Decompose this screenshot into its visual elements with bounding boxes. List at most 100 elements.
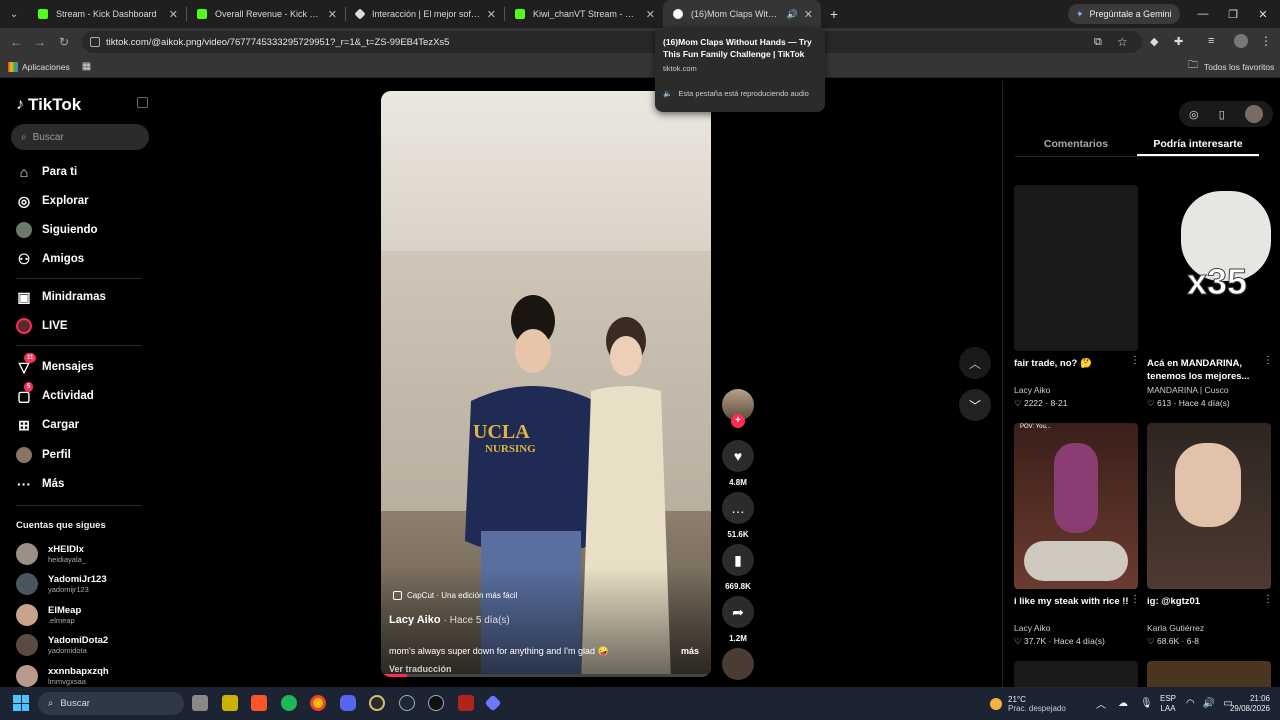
followed-account[interactable]: xxnnbapxzqh lmmvgxsaa — [16, 665, 109, 687]
profile-avatar-icon[interactable] — [1234, 34, 1248, 48]
menu-icon[interactable]: ⋮ — [1260, 34, 1272, 48]
app-icon[interactable] — [222, 695, 238, 711]
suggested-video-card[interactable]: x35 Acá en MANDARINA, tenemos los mejore… — [1147, 185, 1271, 409]
suggested-video-card[interactable]: ig: @kgtz01 Karla Gutiérrez ♡ 68.6K · 6-… — [1147, 423, 1271, 647]
follow-plus-icon[interactable]: + — [731, 414, 745, 428]
nav-minidramas[interactable]: ▣ Minidramas — [16, 289, 106, 305]
nav-mas[interactable]: ··· Más — [16, 476, 64, 492]
suggested-video-card[interactable]: POV: You... i like my steak with rice !!… — [1014, 423, 1138, 647]
nav-cargar[interactable]: ⊞ Cargar — [16, 417, 79, 433]
wifi-icon[interactable]: ◠ — [1186, 698, 1195, 709]
comment-icon[interactable]: … — [722, 492, 754, 524]
discord-icon[interactable] — [340, 695, 356, 711]
capcut-tag[interactable]: CapCut · Una edición más fácil — [393, 591, 517, 600]
game-app-icon[interactable] — [369, 695, 385, 711]
brave-icon[interactable] — [251, 695, 267, 711]
spotify-icon[interactable] — [281, 695, 297, 711]
video-author[interactable]: Lacy Aiko · Hace 5 día(s) — [389, 614, 510, 626]
followed-account[interactable]: YadomiJr123 yadomijr123 — [16, 573, 107, 595]
nav-explorar[interactable]: ◎ Explorar — [16, 193, 89, 209]
site-info-icon[interactable] — [90, 37, 100, 47]
close-icon[interactable]: ✕ — [487, 8, 496, 21]
close-icon[interactable]: ✕ — [804, 8, 813, 21]
save-action[interactable]: ▮ 669.8K — [722, 544, 754, 591]
microphone-icon[interactable]: 🎙 — [1140, 698, 1153, 709]
close-icon[interactable]: ✕ — [169, 8, 178, 21]
close-window-icon[interactable]: ✕ — [1248, 0, 1278, 28]
puzzle-icon[interactable]: ✚ — [1174, 35, 1183, 48]
video-thumbnail[interactable]: x35 — [1147, 185, 1271, 351]
translate-link[interactable]: Ver traducción — [389, 664, 452, 674]
nav-para-ti[interactable]: ⌂ Para ti — [16, 164, 77, 180]
followed-account[interactable]: YadomiDota2 yadomidota — [16, 634, 108, 656]
tab-4[interactable]: Kiwi_chanVT Stream - Watch Li✕ — [505, 0, 663, 28]
app-icon[interactable] — [484, 694, 502, 712]
nav-live[interactable]: LIVE — [16, 318, 68, 334]
collapse-sidebar-icon[interactable] — [137, 97, 148, 108]
new-tab-button[interactable]: + — [821, 6, 847, 22]
nav-amigos[interactable]: ⚇ Amigos — [16, 251, 84, 267]
more-link[interactable]: más — [681, 646, 699, 656]
followed-account[interactable]: ElMeap .elmeap — [16, 604, 81, 626]
share-action[interactable]: ➦ 1.2M — [722, 596, 754, 643]
back-icon[interactable]: ← — [4, 35, 28, 49]
suggested-video-card[interactable]: fair trade, no? 🤔 Lacy Aiko ♡ 2222 · 8-2… — [1014, 185, 1138, 409]
volume-icon[interactable]: 🔊 — [1203, 698, 1215, 709]
forward-icon[interactable]: → — [28, 35, 52, 49]
close-icon[interactable]: ✕ — [328, 8, 337, 21]
tab-5-active[interactable]: (16)Mom Claps Without Ha🔊✕ — [663, 0, 821, 28]
taskbar-search[interactable]: ⌕ Buscar — [38, 692, 184, 715]
followed-account[interactable]: xHEIDIx heidiayala_ — [16, 543, 86, 565]
url-field[interactable]: tiktok.com/@aikok.png/video/767774533329… — [82, 31, 1142, 53]
windows-start-icon[interactable] — [13, 695, 29, 711]
video-thumbnail[interactable] — [1014, 185, 1138, 351]
tab-groups-icon[interactable]: ▦ — [82, 61, 91, 72]
nav-siguiendo[interactable]: Siguiendo — [16, 222, 98, 238]
heart-icon[interactable]: ♥ — [722, 440, 754, 472]
video-thumbnail[interactable] — [1147, 661, 1271, 687]
tab-comentarios[interactable]: Comentarios — [1015, 131, 1137, 156]
card-menu-icon[interactable]: ⋮ — [1130, 594, 1140, 605]
comment-action[interactable]: … 51.6K — [722, 492, 754, 539]
compass-icon[interactable]: ◎ — [1189, 108, 1199, 121]
chevron-up-icon[interactable]: ︿ — [1096, 696, 1106, 711]
card-menu-icon[interactable]: ⋮ — [1263, 355, 1273, 366]
task-view-icon[interactable] — [192, 695, 208, 711]
close-icon[interactable]: ✕ — [646, 8, 655, 21]
tiktok-logo[interactable]: ♪ TikTok — [16, 95, 81, 115]
nav-perfil[interactable]: Perfil — [16, 447, 71, 463]
nav-actividad[interactable]: ▢ 5 Actividad — [16, 382, 94, 404]
language-indicator[interactable]: ESP LAA — [1160, 687, 1176, 720]
sound-disc-icon[interactable] — [722, 648, 754, 680]
bookmark-icon[interactable]: ▮ — [722, 544, 754, 576]
reload-icon[interactable]: ↻ — [52, 35, 76, 49]
tab-2[interactable]: Overall Revenue - Kick Dashboa✕ — [187, 0, 345, 28]
previous-video-button[interactable]: ︿ — [959, 347, 991, 379]
speaker-icon[interactable]: 🔊 — [787, 9, 798, 20]
profile-avatar-icon[interactable] — [1244, 105, 1263, 123]
video-thumbnail[interactable] — [1147, 423, 1271, 589]
phone-icon[interactable]: ▯ — [1219, 108, 1225, 121]
bookmark-all-favorites[interactable]: Todos los favoritos — [1204, 62, 1274, 72]
ask-gemini-button[interactable]: ✦ Pregúntale a Gemini — [1068, 4, 1180, 24]
minimize-icon[interactable]: — — [1188, 0, 1218, 28]
obs-icon[interactable] — [428, 695, 444, 711]
chrome-icon[interactable] — [310, 695, 326, 711]
search-input[interactable]: ⌕ Buscar — [11, 124, 149, 150]
next-video-button[interactable]: ﹀ — [959, 389, 991, 421]
tab-search-icon[interactable]: ⌄ — [0, 9, 28, 20]
nav-mensajes[interactable]: ▽ 11 Mensajes — [16, 353, 94, 375]
like-action[interactable]: ♥ 4.8M — [722, 440, 754, 487]
tab-1[interactable]: Stream - Kick Dashboard ✕ — [28, 0, 186, 28]
steam-icon[interactable] — [399, 695, 415, 711]
bookmark-apps[interactable]: Aplicaciones — [22, 62, 70, 72]
tab-3[interactable]: Interacción | El mejor software✕ — [346, 0, 504, 28]
weather-widget[interactable]: 21°C Prac. despejado — [990, 687, 1066, 720]
bookmark-star-icon[interactable]: ☆ — [1117, 35, 1128, 49]
clock[interactable]: 21:06 29/08/2026 — [1228, 687, 1270, 720]
cloud-icon[interactable]: ☁ — [1118, 698, 1128, 709]
video-thumbnail[interactable] — [1014, 661, 1138, 687]
restore-icon[interactable]: ❐ — [1218, 0, 1248, 28]
video-thumbnail[interactable]: POV: You... — [1014, 423, 1138, 589]
tab-podria-interesarte[interactable]: Podría interesarte — [1137, 131, 1259, 156]
